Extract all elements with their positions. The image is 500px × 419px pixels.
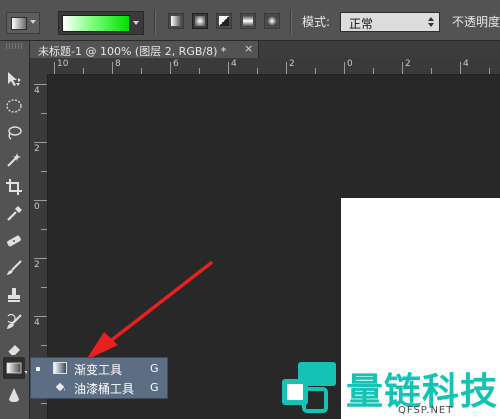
menu-item-label: 油漆桶工具: [74, 382, 135, 396]
menu-item-label: 渐变工具: [74, 363, 123, 377]
menu-item-shortcut: G: [150, 362, 159, 375]
menu-item-gradient-tool[interactable]: 渐变工具 G: [31, 359, 167, 378]
watermark-url: QFSP.NET: [398, 405, 454, 416]
watermark-logo-icon: [282, 362, 336, 413]
gradient-tool-icon: [53, 362, 67, 374]
tool-flyout-menu: 渐变工具 G 油漆桶工具 G: [30, 357, 168, 399]
menu-item-shortcut: G: [150, 381, 159, 394]
watermark: 量链科技 QFSP.NET: [276, 355, 500, 419]
menu-item-paint-bucket-tool[interactable]: 油漆桶工具 G: [31, 378, 167, 397]
paint-bucket-icon: [55, 382, 65, 392]
selected-indicator-icon: [36, 367, 40, 371]
